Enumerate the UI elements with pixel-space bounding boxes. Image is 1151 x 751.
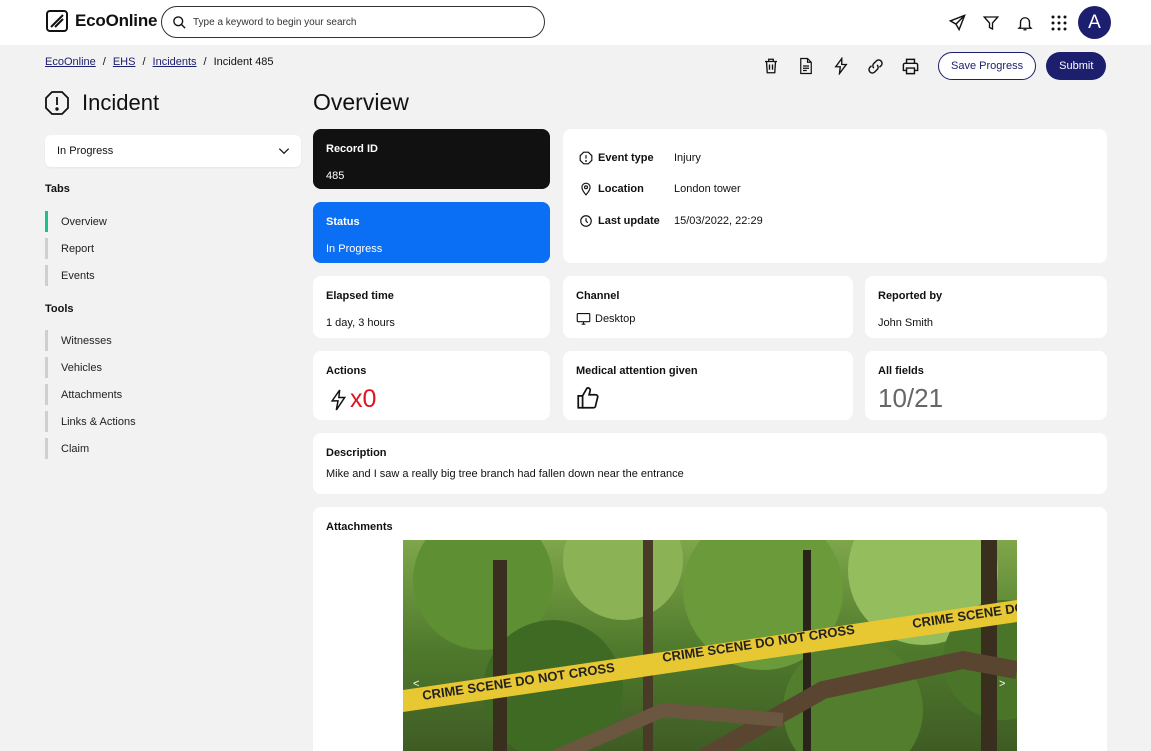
event-type-row: Event type Injury (579, 151, 701, 165)
clock-icon (580, 215, 592, 227)
tool-witnesses[interactable]: Witnesses (45, 327, 136, 354)
all-fields-card: All fields 10/21 (865, 351, 1107, 420)
tool-vehicles[interactable]: Vehicles (45, 354, 136, 381)
attachments-label: Attachments (326, 521, 393, 533)
breadcrumb-separator: / (142, 56, 146, 68)
elapsed-time-label: Elapsed time (326, 290, 394, 302)
reported-by-label: Reported by (878, 290, 943, 302)
breadcrumb-incidents[interactable]: Incidents (153, 56, 197, 68)
incident-heading: Incident (44, 90, 159, 116)
breadcrumb-ecoonline[interactable]: EcoOnline (45, 56, 96, 68)
channel-label: Channel (576, 290, 620, 302)
medical-attention-label: Medical attention given (576, 365, 698, 377)
last-update-row: Last update 15/03/2022, 22:29 (579, 214, 763, 228)
tab-report[interactable]: Report (45, 235, 107, 262)
search-input[interactable] (193, 16, 523, 28)
reported-by-card: Reported by John Smith (865, 276, 1107, 338)
save-progress-button[interactable]: Save Progress (938, 52, 1037, 80)
search-icon (173, 15, 186, 29)
channel-value: Desktop (595, 312, 636, 325)
lightning-icon (330, 389, 347, 410)
search-box (161, 6, 545, 38)
status-dropdown-value: In Progress (57, 145, 114, 157)
tab-overview[interactable]: Overview (45, 208, 107, 235)
description-label: Description (326, 447, 387, 459)
description-text: Mike and I saw a really big tree branch … (326, 468, 684, 480)
reported-by-value: John Smith (878, 317, 934, 329)
tool-links-actions[interactable]: Links & Actions (45, 408, 136, 435)
alert-icon (579, 151, 593, 165)
record-id-card: Record ID 485 (313, 129, 550, 189)
brand-name: EcoOnline (75, 11, 158, 30)
desktop-icon (576, 312, 591, 325)
breadcrumb-separator: / (203, 56, 207, 68)
carousel-prev-button[interactable]: < (413, 678, 419, 690)
last-update-value: 15/03/2022, 22:29 (674, 215, 763, 227)
record-id-label: Record ID (326, 143, 378, 155)
actions-count: x0 (350, 385, 377, 413)
tabs-heading: Tabs (45, 183, 70, 195)
medical-attention-card: Medical attention given (563, 351, 853, 420)
breadcrumb: EcoOnline / EHS / Incidents / Incident 4… (45, 56, 274, 68)
status-dropdown[interactable]: In Progress (45, 135, 301, 167)
location-row: Location London tower (579, 182, 741, 196)
record-id-value: 485 (326, 170, 345, 182)
overview-title: Overview (313, 89, 409, 115)
location-pin-icon (581, 182, 591, 196)
print-icon[interactable] (893, 51, 928, 81)
chevron-down-icon (278, 148, 290, 155)
user-avatar[interactable]: A (1078, 6, 1111, 39)
all-fields-value: 10/21 (878, 383, 944, 413)
status-value: In Progress (326, 243, 383, 255)
bell-icon[interactable] (1008, 7, 1042, 39)
tools-list: Witnesses Vehicles Attachments Links & A… (45, 327, 136, 462)
submit-button[interactable]: Submit (1046, 52, 1107, 80)
attachment-photo[interactable]: CRIME SCENE DO NOT CROSS CRIME SCENE DO … (403, 540, 1017, 751)
breadcrumb-current: Incident 485 (213, 56, 274, 68)
elapsed-time-value: 1 day, 3 hours (326, 317, 395, 329)
tool-attachments[interactable]: Attachments (45, 381, 136, 408)
actions-value-row: x0 (328, 385, 376, 414)
actions-card[interactable]: Actions x0 (313, 351, 550, 420)
attachments-card: Attachments CRIME SCENE DO NOT CROSS CRI… (313, 507, 1107, 751)
event-details-card: Event type Injury Location London tower … (563, 129, 1107, 263)
tabs-list: Overview Report Events (45, 208, 107, 289)
top-bar: EcoOnline A (0, 0, 1151, 45)
channel-card: Channel Desktop (563, 276, 853, 338)
thumbs-up-icon (577, 387, 599, 409)
ecoonline-logo-icon (46, 10, 68, 32)
all-fields-label: All fields (878, 365, 924, 377)
rocket-icon[interactable] (940, 7, 974, 39)
link-icon[interactable] (858, 51, 893, 81)
breadcrumb-separator: / (102, 56, 106, 68)
status-card: Status In Progress (313, 202, 550, 263)
channel-value-row: Desktop (576, 311, 635, 326)
event-type-label: Event type (598, 152, 654, 164)
lightning-icon[interactable] (823, 51, 858, 81)
page-title: Incident (82, 90, 160, 115)
breadcrumb-ehs[interactable]: EHS (113, 56, 136, 68)
delete-icon[interactable] (753, 51, 788, 81)
apps-grid-icon[interactable] (1042, 7, 1076, 39)
elapsed-time-card: Elapsed time 1 day, 3 hours (313, 276, 550, 338)
filter-icon[interactable] (974, 7, 1008, 39)
event-type-value: Injury (674, 152, 701, 164)
tool-claim[interactable]: Claim (45, 435, 136, 462)
carousel-next-button[interactable]: > (999, 678, 1005, 690)
location-label: Location (598, 183, 644, 195)
description-card: Description Mike and I saw a really big … (313, 433, 1107, 494)
actions-label: Actions (326, 365, 367, 377)
top-icons: A (940, 6, 1111, 39)
tab-events[interactable]: Events (45, 262, 107, 289)
status-label: Status (326, 216, 360, 228)
location-value: London tower (674, 183, 741, 195)
brand-logo[interactable]: EcoOnline (45, 9, 157, 33)
document-icon[interactable] (788, 51, 823, 81)
tools-heading: Tools (45, 303, 74, 315)
last-update-label: Last update (598, 215, 660, 227)
incident-alert-icon (45, 91, 69, 115)
record-toolbar: Save Progress Submit (753, 51, 1107, 81)
